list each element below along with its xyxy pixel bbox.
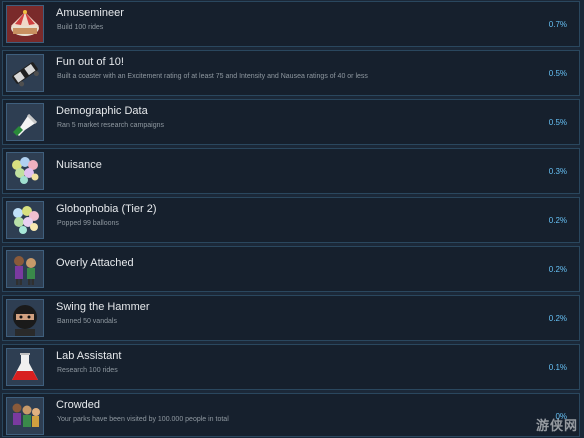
achievement-description: Your parks have been visited by 100.000 … <box>57 416 229 423</box>
achievement-row[interactable]: Globophobia (Tier 2) Popped 99 balloons … <box>2 197 580 243</box>
achievement-percent: 0.7% <box>548 20 567 29</box>
achievement-row[interactable]: Nuisance 0.3% <box>2 148 580 194</box>
achievement-row[interactable]: Swing the Hammer Banned 50 vandals 0.2% <box>2 295 580 341</box>
achievement-row[interactable]: Amusemineer Build 100 rides 0.7% <box>2 1 580 47</box>
achievement-row[interactable]: Fun out of 10! Built a coaster with an E… <box>2 50 580 96</box>
achievement-percent: 0.2% <box>548 265 567 274</box>
achievement-description: Banned 50 vandals <box>57 318 117 325</box>
watermark: 游侠网 <box>535 418 578 433</box>
achievement-row[interactable]: Crowded Your parks have been visited by … <box>2 393 580 437</box>
achievement-percent: 0.2% <box>548 314 567 323</box>
megaphone-icon <box>6 103 44 141</box>
achievement-description: Ran 5 market research campaigns <box>57 122 164 129</box>
achievement-description: Research 100 rides <box>57 367 118 374</box>
achievement-title: Demographic Data <box>56 105 148 117</box>
achievement-title: Nuisance <box>56 159 102 171</box>
achievement-list: Amusemineer Build 100 rides 0.7% Fun out… <box>0 0 584 438</box>
achievement-percent: 0.2% <box>548 216 567 225</box>
achievement-title: Globophobia (Tier 2) <box>56 203 157 215</box>
achievement-description: Build 100 rides <box>57 24 104 31</box>
vandal-icon <box>6 299 44 337</box>
achievement-title: Lab Assistant <box>56 350 122 362</box>
balloons-icon <box>6 201 44 239</box>
achievement-title: Amusemineer <box>56 7 124 19</box>
achievement-row[interactable]: Demographic Data Ran 5 market research c… <box>2 99 580 145</box>
achievement-row[interactable]: Overly Attached 0.2% <box>2 246 580 292</box>
balloons-icon <box>6 152 44 190</box>
crowd-icon <box>6 397 44 435</box>
achievement-percent: 0.5% <box>548 118 567 127</box>
achievement-title: Overly Attached <box>56 257 134 269</box>
achievement-title: Fun out of 10! <box>56 56 124 68</box>
coaster-car-icon <box>6 54 44 92</box>
carousel-icon <box>6 5 44 43</box>
achievement-percent: 0.1% <box>548 363 567 372</box>
flask-icon <box>6 348 44 386</box>
achievement-percent: 0.3% <box>548 167 567 176</box>
guests-icon <box>6 250 44 288</box>
achievement-percent: 0.5% <box>548 69 567 78</box>
achievement-description: Built a coaster with an Excitement ratin… <box>57 73 368 80</box>
achievement-title: Crowded <box>56 399 101 411</box>
achievement-title: Swing the Hammer <box>56 301 150 313</box>
achievement-row[interactable]: Lab Assistant Research 100 rides 0.1% <box>2 344 580 390</box>
achievement-description: Popped 99 balloons <box>57 220 119 227</box>
